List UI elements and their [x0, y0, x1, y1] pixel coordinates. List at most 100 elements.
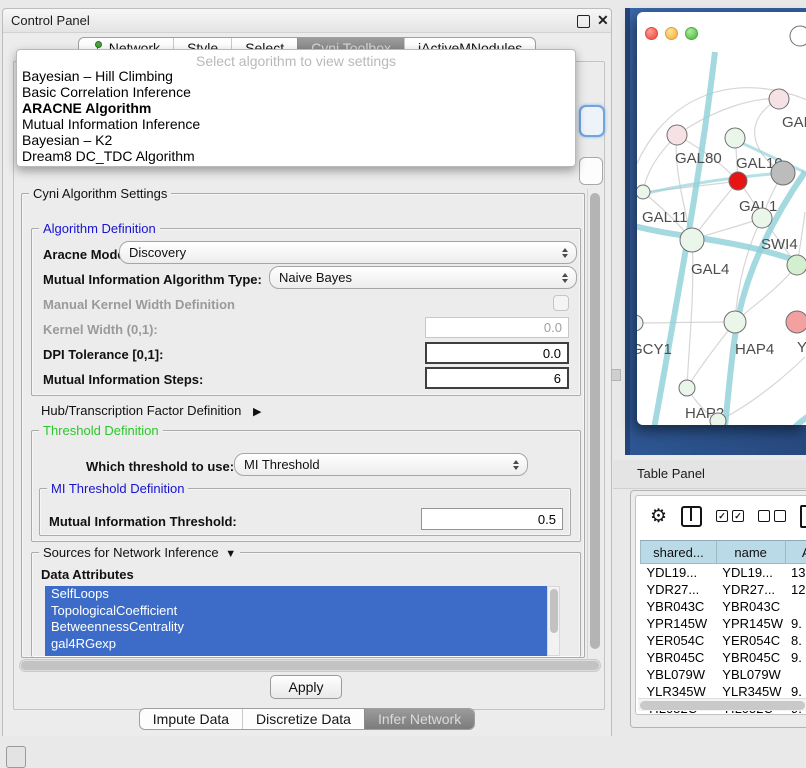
node-gal10[interactable] — [725, 128, 745, 148]
gear-icon[interactable]: ⚙ — [650, 507, 667, 526]
column-header[interactable]: name — [716, 541, 785, 564]
node-y[interactable] — [786, 311, 806, 333]
apply-button[interactable]: Apply — [270, 675, 342, 699]
network-graph[interactable]: GALGAL80GAL10GAL1GAL11SWI4GAL4GCY1HAP4YH… — [637, 12, 806, 425]
deselect-all-icon[interactable] — [758, 510, 786, 522]
select-all-icon[interactable]: ✓✓ — [716, 510, 744, 522]
table-row[interactable]: YPR145WYPR145W9. — [641, 615, 806, 632]
obscured-field-fragment — [579, 157, 603, 185]
aracne-mode-label: Aracne Mode: — [43, 247, 129, 262]
sources-title-text: Sources for Network Inference — [43, 545, 219, 560]
close-panel-icon[interactable]: ✕ — [597, 12, 609, 29]
table-row[interactable]: YBR043CYBR043C — [641, 598, 806, 615]
algorithm-option[interactable]: Bayesian – Hill Climbing — [17, 68, 575, 84]
aracne-mode-value: Discovery — [129, 245, 186, 260]
node-gal4[interactable] — [680, 228, 704, 252]
table-row[interactable]: YER054CYER054C8. — [641, 632, 806, 649]
node-gal11[interactable] — [637, 185, 650, 199]
minimized-panel-icon[interactable] — [6, 746, 26, 768]
mi-algorithm-type-label: Mutual Information Algorithm Type: — [43, 272, 262, 287]
algorithm-option[interactable]: Mutual Information Inference — [17, 116, 575, 132]
hub-definition-expander[interactable]: Hub/Transcription Factor Definition ▶ — [41, 403, 261, 418]
algorithm-option[interactable]: Basic Correlation Inference — [17, 84, 575, 100]
table-cell: 13 — [785, 564, 806, 582]
table-row[interactable]: YBR045CYBR045C9. — [641, 649, 806, 666]
expanded-arrow-icon[interactable]: ▼ — [222, 548, 236, 560]
which-threshold-select[interactable]: MI Threshold — [234, 453, 528, 476]
table-cell: 9. — [785, 615, 806, 632]
scrollbar-thumb[interactable] — [640, 701, 805, 710]
node-table-container: ⚙ ✓✓ shared...nameA YDL19...YDL19...13YD… — [635, 495, 806, 715]
kernel-width-field[interactable]: 0.0 — [425, 317, 569, 338]
split-pane-handle[interactable] — [611, 369, 621, 381]
node-label: GAL4 — [691, 261, 729, 278]
mi-steps-label: Mutual Information Steps: — [43, 372, 203, 387]
mi-algorithm-type-select[interactable]: Naive Bayes — [269, 266, 577, 289]
cyni-bottom-tabbar: Impute Data Discretize DataInfer Network — [3, 708, 611, 730]
table-row[interactable]: YDL19...YDL19...13 — [641, 564, 806, 582]
settings-horizontal-scrollbar[interactable] — [19, 659, 601, 672]
mi-threshold-field[interactable]: 0.5 — [421, 508, 563, 530]
tab-impute-data[interactable]: Impute Data — [140, 709, 242, 729]
column-header[interactable]: shared... — [641, 541, 717, 564]
table-cell: 12 — [785, 581, 806, 598]
mi-threshold-label: Mutual Information Threshold: — [49, 514, 237, 529]
document-icon[interactable] — [800, 505, 806, 528]
table-header-row[interactable]: shared...nameA — [641, 541, 806, 564]
scrollbar-thumb[interactable] — [550, 589, 558, 633]
table-panel-window: ⚙ ✓✓ shared...nameA YDL19...YDL19...13YD… — [630, 490, 806, 728]
tab-discretize-data[interactable]: Discretize Data — [242, 709, 364, 729]
mi-threshold-title: MI Threshold Definition — [47, 481, 188, 496]
split-columns-icon[interactable] — [681, 506, 702, 527]
attributes-scrollbar[interactable] — [547, 586, 560, 656]
tab-infer-network[interactable]: Infer Network — [364, 709, 474, 729]
attribute-item[interactable]: TopologicalCoefficient — [45, 603, 547, 620]
node-gal[interactable] — [769, 89, 789, 109]
scrollbar-thumb[interactable] — [21, 661, 599, 670]
node-gal1[interactable] — [729, 172, 747, 190]
attribute-item[interactable]: BetweennessCentrality — [45, 619, 547, 636]
node-label: HAP4 — [735, 341, 774, 358]
table-cell: YBR045C — [641, 649, 717, 666]
spinner-arrows-icon — [562, 248, 568, 258]
algorithm-option[interactable]: Bayesian – K2 — [17, 132, 575, 148]
node[interactable] — [787, 255, 806, 275]
network-edge[interactable] — [677, 99, 779, 135]
algorithm-dropdown-placeholder: Select algorithm to view settings — [17, 53, 575, 68]
node[interactable] — [771, 161, 795, 185]
attribute-item[interactable]: gal4RGexp — [45, 636, 547, 653]
algorithm-dropdown-popup: Select algorithm to view settings Bayesi… — [16, 49, 576, 167]
manual-kernel-width-checkbox[interactable] — [553, 295, 569, 311]
node-hap2[interactable] — [679, 380, 695, 396]
scrollbar-thumb[interactable] — [590, 193, 600, 649]
table-cell: 9. — [785, 649, 806, 666]
mi-steps-field[interactable]: 6 — [425, 367, 569, 389]
node-gcy1[interactable] — [637, 315, 643, 331]
column-header[interactable]: A — [785, 541, 806, 564]
table-row[interactable]: YDR27...YDR27...12 — [641, 581, 806, 598]
algorithm-option[interactable]: Dream8 DC_TDC Algorithm — [17, 148, 575, 164]
algorithm-option[interactable]: ARACNE Algorithm — [17, 100, 575, 116]
network-edge[interactable] — [772, 410, 806, 425]
settings-vertical-scrollbar[interactable] — [587, 189, 603, 659]
network-edge[interactable] — [637, 322, 735, 323]
table-row[interactable]: YBL079WYBL079W — [641, 666, 806, 683]
node[interactable] — [710, 413, 726, 425]
node[interactable] — [790, 26, 806, 46]
tab-label: Impute Data — [153, 711, 229, 727]
table-cell: YBR043C — [641, 598, 717, 615]
control-panel-title: Control Panel — [11, 13, 90, 28]
table-cell: YBL079W — [716, 666, 785, 683]
float-window-icon[interactable] — [577, 15, 590, 28]
data-attributes-list[interactable]: SelfLoopsTopologicalCoefficientBetweenne… — [45, 586, 547, 656]
table-cell: YDL19... — [716, 564, 785, 582]
node-gal80[interactable] — [667, 125, 687, 145]
table-toolbar: ⚙ ✓✓ — [636, 496, 806, 536]
attribute-item[interactable]: SelfLoops — [45, 586, 547, 603]
node-swi4[interactable] — [752, 208, 772, 228]
aracne-mode-select[interactable]: Discovery — [119, 241, 577, 264]
table-horizontal-scrollbar[interactable] — [638, 698, 806, 711]
node-hap4[interactable] — [724, 311, 746, 333]
network-edge[interactable] — [643, 173, 783, 194]
dpi-tolerance-field[interactable]: 0.0 — [425, 342, 569, 364]
